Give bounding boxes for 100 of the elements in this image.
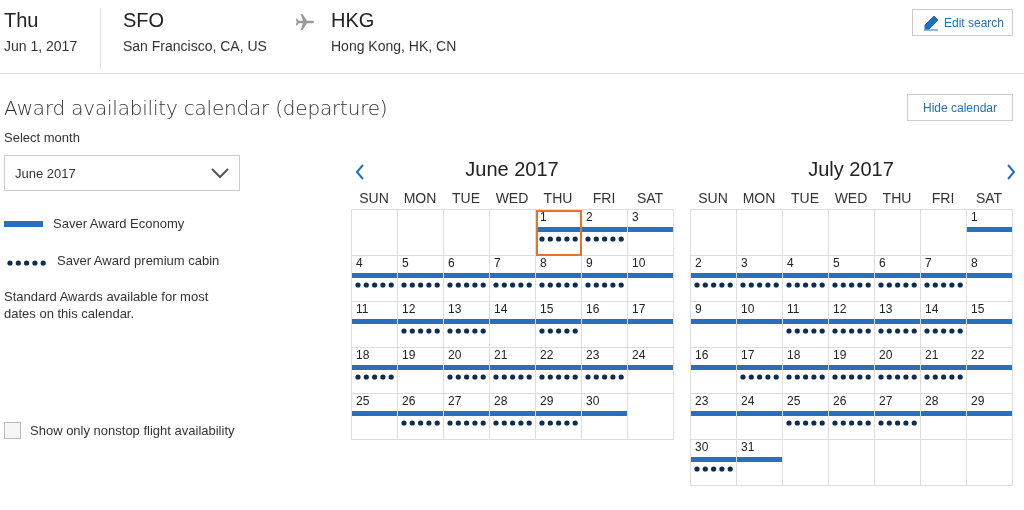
calendar-day[interactable]: 29 [536, 394, 582, 440]
calendar-day[interactable]: 19 [398, 348, 444, 394]
weekday-label: FRI [591, 190, 617, 206]
calendar-day[interactable]: 21 [490, 348, 536, 394]
calendar-day[interactable]: 22 [536, 348, 582, 394]
hide-calendar-button[interactable]: Hide calendar [907, 94, 1013, 121]
calendar-day[interactable]: 13 [444, 302, 490, 348]
calendar-day[interactable]: 25 [352, 394, 398, 440]
day-number: 22 [970, 348, 986, 362]
calendar-day[interactable]: 18 [783, 348, 829, 394]
month-dropdown[interactable]: June 2017 [4, 155, 240, 191]
day-number: 3 [631, 210, 640, 224]
day-number: 9 [585, 256, 594, 270]
day-number: 25 [786, 394, 802, 408]
weekday-label: TUE [451, 190, 481, 206]
calendar-day[interactable]: 24 [628, 348, 674, 394]
calendar-day[interactable]: 31 [737, 440, 783, 486]
calendar-day[interactable]: 9 [691, 302, 737, 348]
calendar-day[interactable]: 11 [352, 302, 398, 348]
calendar-day[interactable]: 28 [490, 394, 536, 440]
calendar-day[interactable]: 4 [352, 256, 398, 302]
day-number: 20 [447, 348, 463, 362]
calendar-day[interactable]: 24 [737, 394, 783, 440]
edit-search-button[interactable]: Edit search [911, 9, 1013, 36]
destination-code: HKG [331, 8, 376, 32]
calendar-day[interactable]: 1 [967, 210, 1013, 256]
empty-day-cell [921, 440, 967, 486]
weekday-label: MON [741, 190, 777, 206]
calendar-day[interactable]: 13 [875, 302, 921, 348]
nonstop-checkbox[interactable] [4, 422, 21, 439]
calendar-day[interactable]: 1 [536, 210, 582, 256]
calendar-day[interactable]: 15 [967, 302, 1013, 348]
day-number: 5 [832, 256, 841, 270]
calendar-day[interactable]: 10 [737, 302, 783, 348]
calendar-day[interactable]: 27 [875, 394, 921, 440]
calendar-day[interactable]: 12 [398, 302, 444, 348]
calendar-day[interactable]: 29 [967, 394, 1013, 440]
calendar-day[interactable]: 6 [875, 256, 921, 302]
calendar-day[interactable]: 8 [967, 256, 1013, 302]
calendar-day[interactable]: 7 [490, 256, 536, 302]
select-month-label: Select month [4, 130, 81, 145]
calendar-day[interactable]: 27 [444, 394, 490, 440]
calendar-day[interactable]: 20 [875, 348, 921, 394]
calendar-day[interactable]: 19 [829, 348, 875, 394]
weekday-label: THU [542, 190, 574, 206]
day-number: 8 [970, 256, 979, 270]
calendar-day[interactable]: 25 [783, 394, 829, 440]
calendar-day[interactable]: 14 [490, 302, 536, 348]
calendar-day[interactable]: 8 [536, 256, 582, 302]
calendar-day[interactable]: 10 [628, 256, 674, 302]
calendar-day[interactable]: 2 [691, 256, 737, 302]
calendar-day[interactable]: 5 [398, 256, 444, 302]
weekday-label: SAT [635, 190, 665, 206]
calendar-day[interactable]: 14 [921, 302, 967, 348]
calendar-day[interactable]: 16 [582, 302, 628, 348]
day-number: 8 [539, 256, 548, 270]
calendar-day[interactable]: 23 [691, 394, 737, 440]
weekday-label: TUE [790, 190, 820, 206]
calendar-day[interactable]: 11 [783, 302, 829, 348]
day-number: 20 [878, 348, 894, 362]
calendar-day[interactable]: 22 [967, 348, 1013, 394]
calendar-day[interactable]: 30 [582, 394, 628, 440]
weekday-label: THU [881, 190, 913, 206]
calendar-day[interactable]: 18 [352, 348, 398, 394]
calendar-day[interactable]: 17 [737, 348, 783, 394]
calendar-day[interactable]: 15 [536, 302, 582, 348]
calendar-day[interactable]: 30 [691, 440, 737, 486]
calendar-day[interactable]: 3 [628, 210, 674, 256]
calendar-day[interactable]: 12 [829, 302, 875, 348]
calendar-day[interactable]: 23 [582, 348, 628, 394]
trip-day: Thu [4, 8, 100, 32]
calendar-day[interactable]: 20 [444, 348, 490, 394]
day-number: 11 [355, 302, 370, 316]
calendar-day[interactable]: 6 [444, 256, 490, 302]
calendar-day[interactable]: 21 [921, 348, 967, 394]
day-number: 19 [832, 348, 848, 362]
empty-day-cell [967, 440, 1013, 486]
day-number: 14 [924, 302, 940, 316]
calendar-day[interactable]: 9 [582, 256, 628, 302]
calendar-day[interactable]: 16 [691, 348, 737, 394]
calendar-day[interactable]: 26 [398, 394, 444, 440]
day-number: 26 [832, 394, 848, 408]
day-number: 18 [355, 348, 371, 362]
day-number: 2 [585, 210, 594, 224]
calendar-day[interactable]: 17 [628, 302, 674, 348]
day-number: 12 [401, 302, 417, 316]
destination-city: Hong Kong, HK, CN [331, 37, 457, 56]
weekday-label: WED [494, 190, 530, 206]
calendar-day[interactable]: 2 [582, 210, 628, 256]
calendar-day[interactable]: 7 [921, 256, 967, 302]
calendar-day[interactable]: 28 [921, 394, 967, 440]
day-number: 17 [631, 302, 647, 316]
day-number: 24 [740, 394, 756, 408]
calendar-day[interactable]: 4 [783, 256, 829, 302]
day-number: 16 [585, 302, 601, 316]
calendar-day[interactable]: 5 [829, 256, 875, 302]
calendar-day[interactable]: 26 [829, 394, 875, 440]
day-number: 4 [355, 256, 364, 270]
calendar-day[interactable]: 3 [737, 256, 783, 302]
day-number: 15 [539, 302, 555, 316]
